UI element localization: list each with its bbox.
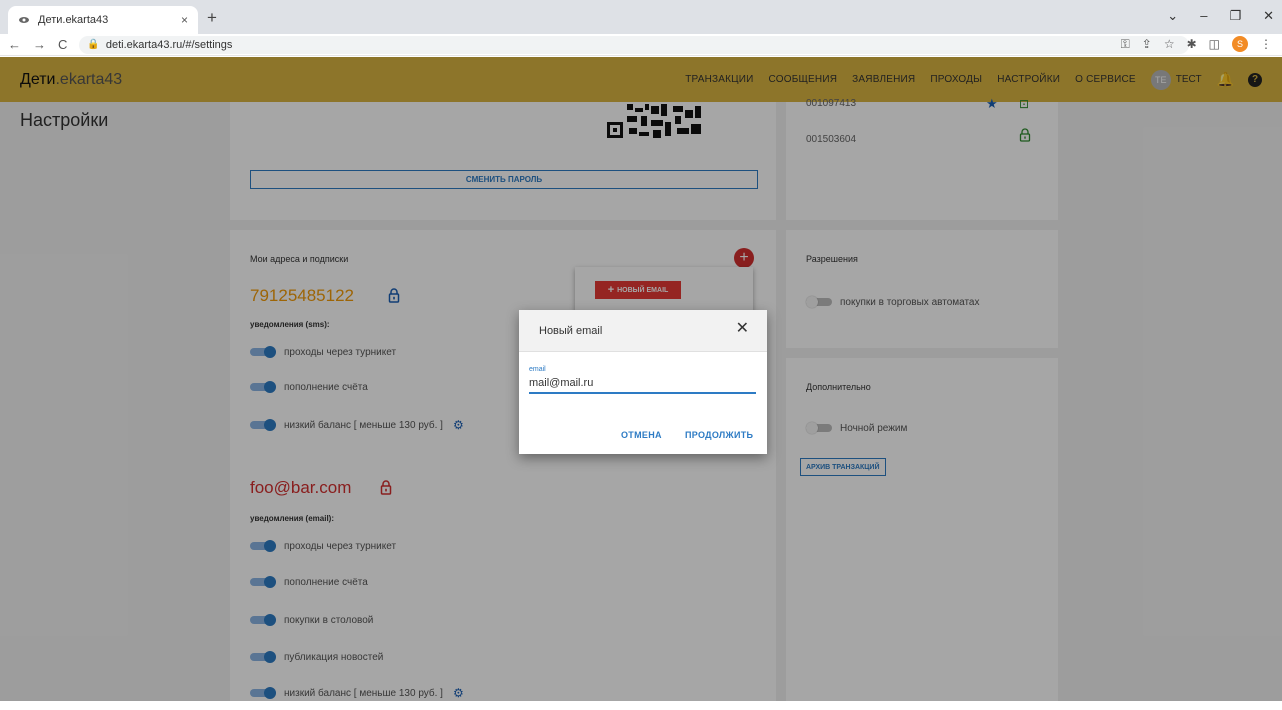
side-panel-icon[interactable]: ◫ — [1209, 37, 1220, 51]
extensions-puzzle-icon[interactable]: ✱ — [1187, 37, 1197, 51]
forward-arrow-icon[interactable]: → — [33, 38, 46, 51]
restore-window-icon[interactable]: ❐ — [1229, 8, 1241, 24]
address-bar[interactable]: 🔒 deti.ekarta43.ru/#/settings — [79, 35, 1190, 54]
email-input[interactable] — [529, 374, 756, 394]
browser-menu-icon[interactable]: ⋮ — [1260, 37, 1272, 51]
address-url: deti.ekarta43.ru/#/settings — [105, 38, 233, 51]
tab-title: Дети.ekarta43 — [38, 14, 109, 26]
site-favicon-icon — [18, 14, 30, 26]
minimize-window-icon[interactable]: – — [1200, 8, 1207, 24]
profile-avatar[interactable]: S — [1232, 36, 1248, 52]
reload-icon[interactable]: C — [58, 38, 67, 51]
browser-tab[interactable]: Дети.ekarta43 × — [8, 6, 198, 34]
cancel-button[interactable]: ОТМЕНА — [621, 430, 662, 440]
share-icon[interactable]: ⇪ — [1142, 37, 1152, 51]
email-field-label: email — [529, 366, 546, 373]
tab-close-icon[interactable]: × — [181, 13, 188, 27]
back-arrow-icon[interactable]: ← — [8, 38, 21, 51]
close-icon[interactable]: ✕ — [736, 321, 749, 337]
password-key-icon[interactable]: ⚿ — [1121, 37, 1130, 52]
tab-search-icon[interactable]: ⌄ — [1167, 8, 1178, 24]
secure-lock-icon: 🔒 — [87, 39, 100, 50]
browser-toolbar: ← → C 🔒 deti.ekarta43.ru/#/settings ⚿ ⇪ … — [0, 34, 1282, 56]
browser-tab-bar: Дети.ekarta43 × + ⌄ – ❐ ✕ — [0, 0, 1282, 34]
close-window-icon[interactable]: ✕ — [1263, 8, 1274, 24]
bookmark-star-icon[interactable]: ☆ — [1164, 37, 1175, 51]
dialog-title: Новый email — [539, 325, 603, 337]
new-email-dialog: Новый email ✕ email ОТМЕНА ПРОДОЛЖИТЬ — [519, 310, 767, 454]
continue-button[interactable]: ПРОДОЛЖИТЬ — [685, 430, 753, 440]
new-tab-button[interactable]: + — [207, 9, 217, 26]
dialog-header: Новый email ✕ — [519, 310, 767, 352]
